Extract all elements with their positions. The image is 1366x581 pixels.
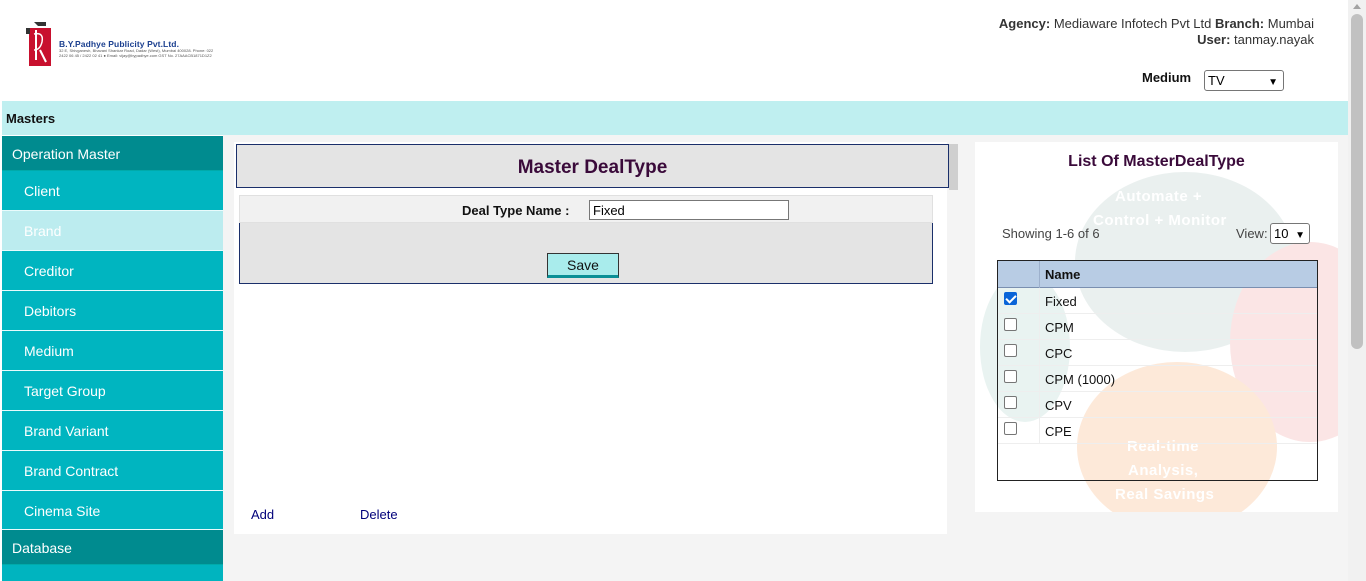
table-row[interactable]: CPM	[998, 314, 1317, 340]
deal-type-form-panel: Master DealType Deal Type Name : Fixed S…	[234, 142, 958, 534]
table-row[interactable]: CPV	[998, 392, 1317, 418]
row-name: CPM (1000)	[1045, 372, 1116, 387]
company-logo[interactable]: B.Y.Padhye Publicity Pvt.Ltd. 32 E, Shiv…	[20, 20, 220, 70]
medium-select-value: TV	[1208, 73, 1225, 88]
logo-address: 32 E, Shivganesh, Bhavani Shankar Road, …	[59, 48, 214, 58]
agency-value: Mediaware Infotech Pvt Ltd	[1053, 16, 1212, 31]
sidebar-section-database[interactable]: Database	[2, 530, 223, 565]
agency-label: Agency:	[998, 16, 1051, 31]
row-name: CPE	[1045, 424, 1072, 439]
save-area: Save	[239, 223, 933, 284]
sidebar-item-client[interactable]: Client	[2, 171, 223, 211]
page-size-value: 10	[1274, 226, 1289, 241]
row-checkbox[interactable]	[1004, 344, 1017, 357]
table-row[interactable]: CPC	[998, 340, 1317, 366]
row-checkbox[interactable]	[1004, 422, 1017, 435]
row-name: CPV	[1045, 398, 1072, 413]
row-checkbox[interactable]	[1004, 370, 1017, 383]
row-name: Fixed	[1045, 294, 1077, 309]
sidebar-item-creditor[interactable]: Creditor	[2, 251, 223, 291]
sidebar-item-medium[interactable]: Medium	[2, 331, 223, 371]
watermark-text: Automate +	[1115, 188, 1203, 205]
form-title: Master DealType	[236, 144, 949, 188]
save-button[interactable]: Save	[547, 253, 619, 278]
footer-background	[223, 535, 1348, 581]
deal-type-list-panel: Automate + Control + Monitor Real-time A…	[975, 142, 1338, 512]
table-row[interactable]: Fixed	[998, 288, 1317, 314]
row-name: CPC	[1045, 346, 1073, 361]
branch-label: Branch:	[1215, 16, 1265, 31]
row-name: CPM	[1045, 320, 1074, 335]
row-checkbox[interactable]	[1004, 292, 1017, 305]
app-window: B.Y.Padhye Publicity Pvt.Ltd. 32 E, Shiv…	[0, 0, 1366, 581]
agency-info: Agency: Mediaware Infotech Pvt Ltd Branc…	[999, 16, 1314, 48]
table-row[interactable]: CPE	[998, 418, 1317, 444]
column-header-name[interactable]: Name	[1045, 267, 1080, 282]
user-label: User:	[1197, 32, 1231, 47]
deal-type-input[interactable]: Fixed	[589, 200, 789, 220]
sidebar-item-cinema-site[interactable]: Cinema Site	[2, 491, 223, 530]
logo-emblem-icon	[26, 22, 51, 66]
deal-type-label: Deal Type Name :	[462, 203, 570, 218]
table-row[interactable]: CPM (1000)	[998, 366, 1317, 392]
watermark-text: Control + Monitor	[1093, 212, 1227, 229]
deal-type-row: Deal Type Name : Fixed	[239, 195, 933, 223]
title-shadow	[949, 144, 958, 190]
table-header: Name	[998, 261, 1317, 288]
page-scrollbar[interactable]	[1348, 0, 1366, 581]
add-link[interactable]: Add	[251, 507, 274, 522]
chevron-down-icon: ▼	[1295, 230, 1305, 241]
view-label: View:	[1236, 226, 1268, 241]
list-title: List Of MasterDealType	[1068, 153, 1245, 170]
header: B.Y.Padhye Publicity Pvt.Ltd. 32 E, Shiv…	[0, 0, 1348, 101]
sidebar-item-brand[interactable]: Brand	[2, 211, 223, 251]
masters-bar[interactable]: Masters	[2, 101, 1348, 135]
page-size-select[interactable]: 10 ▼	[1270, 223, 1310, 244]
sidebar-item-target-group[interactable]: Target Group	[2, 371, 223, 411]
row-checkbox[interactable]	[1004, 318, 1017, 331]
delete-link[interactable]: Delete	[360, 507, 398, 522]
deal-type-table: Name Fixed CPM CPC CPM (1000) CPV CPE	[997, 260, 1318, 481]
medium-select[interactable]: TV ▼	[1204, 70, 1284, 91]
branch-value: Mumbai	[1267, 16, 1314, 31]
sidebar-item-debitors[interactable]: Debitors	[2, 291, 223, 331]
sidebar-section-operation-master[interactable]: Operation Master	[2, 136, 223, 171]
scroll-up-arrow-icon[interactable]	[1353, 4, 1361, 9]
watermark-text: Real Savings	[1115, 486, 1215, 503]
medium-label: Medium	[1142, 70, 1192, 85]
pagination-summary: Showing 1-6 of 6	[1002, 226, 1100, 241]
scrollbar-thumb[interactable]	[1351, 14, 1363, 349]
row-checkbox[interactable]	[1004, 396, 1017, 409]
chevron-down-icon: ▼	[1268, 77, 1278, 88]
user-value: tanmay.nayak	[1234, 32, 1314, 47]
sidebar-item-brand-contract[interactable]: Brand Contract	[2, 451, 223, 491]
sidebar: Operation Master Client Brand Creditor D…	[2, 136, 223, 581]
sidebar-item-brand-variant[interactable]: Brand Variant	[2, 411, 223, 451]
